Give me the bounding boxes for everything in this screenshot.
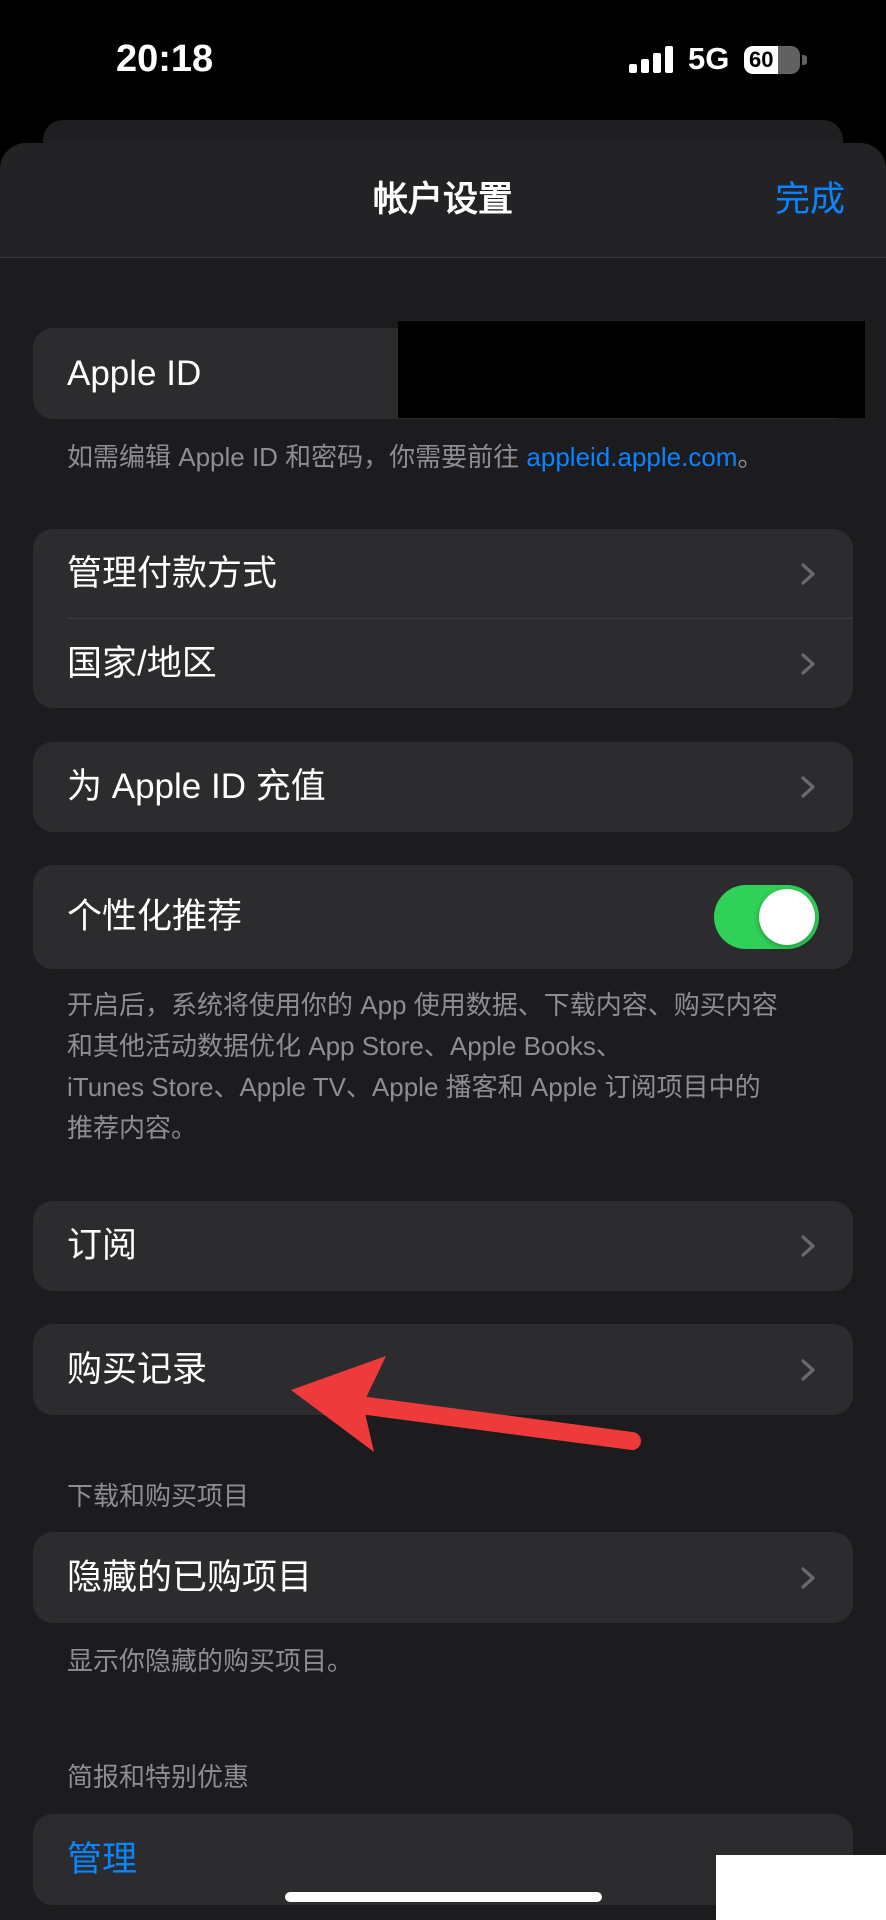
apple-id-footer: 如需编辑 Apple ID 和密码，你需要前往 appleid.apple.co… [67, 437, 763, 477]
personalization-group: 个性化推荐 [33, 865, 853, 969]
downloads-section-header: 下载和购买项目 [67, 1481, 250, 1511]
personalization-toggle[interactable] [714, 885, 819, 949]
row-label: 个性化推荐 [67, 897, 243, 936]
signal-bar [629, 64, 637, 73]
appleid-link[interactable]: appleid.apple.com [526, 442, 737, 472]
downloads-group: 隐藏的已购项目 [33, 1532, 853, 1623]
top-up-row[interactable]: 为 Apple ID 充值 [33, 742, 853, 832]
battery-icon: 60 [744, 46, 808, 74]
page-title: 帐户设置 [372, 180, 513, 219]
home-indicator [285, 1892, 602, 1902]
top-up-group: 为 Apple ID 充值 [33, 742, 853, 832]
row-label: 为 Apple ID 充值 [67, 767, 326, 806]
row-label: 国家/地区 [67, 643, 217, 683]
manage-button[interactable]: 管理 [67, 1838, 137, 1882]
subscriptions-row[interactable]: 订阅 [33, 1201, 853, 1291]
status-bar: 20:18 5G 60 [0, 0, 886, 120]
apple-id-footer-suffix: 。 [737, 442, 764, 472]
payment-group: 管理付款方式 国家/地区 [33, 529, 853, 708]
row-label: 购买记录 [67, 1349, 208, 1389]
chevron-right-icon [801, 1566, 815, 1589]
status-time: 20:18 [116, 38, 214, 80]
apple-id-label: Apple ID [67, 353, 202, 393]
done-button[interactable]: 完成 [775, 178, 845, 222]
chevron-right-icon [801, 563, 815, 585]
purchase-history-row[interactable]: 购买记录 [33, 1324, 853, 1415]
signal-bar [641, 59, 649, 73]
signal-bar [665, 46, 673, 73]
newsletters-section-header: 简报和特别优惠 [67, 1762, 250, 1792]
description-line: 开启后，系统将使用你的 App 使用数据、下载内容、购买内容 [67, 990, 778, 1020]
white-overlay-patch [716, 1855, 886, 1920]
signal-bar [653, 53, 661, 73]
chevron-right-icon [801, 776, 815, 798]
redaction-box [398, 321, 865, 418]
chevron-right-icon [801, 1358, 815, 1381]
toggle-knob [759, 889, 815, 945]
personalization-description: 开启后，系统将使用你的 App 使用数据、下载内容、购买内容 和其他活动数据优化… [67, 985, 778, 1149]
downloads-footer: 显示你隐藏的购买项目。 [67, 1646, 354, 1676]
battery-percentage: 60 [749, 47, 774, 72]
battery-body: 60 [744, 46, 800, 74]
row-label: 管理付款方式 [67, 554, 278, 593]
country-region-row[interactable]: 国家/地区 [33, 619, 853, 708]
manage-payment-row[interactable]: 管理付款方式 [33, 529, 853, 619]
purchase-history-group: 购买记录 [33, 1324, 853, 1415]
description-line: iTunes Store、Apple TV、Apple 播客和 Apple 订阅… [67, 1072, 761, 1102]
row-label: 订阅 [67, 1226, 138, 1265]
personalization-row: 个性化推荐 [33, 865, 853, 969]
chevron-right-icon [801, 652, 815, 675]
description-line: 推荐内容。 [67, 1113, 198, 1143]
hidden-purchases-row[interactable]: 隐藏的已购项目 [33, 1532, 853, 1623]
apple-id-footer-text: 如需编辑 Apple ID 和密码，你需要前往 [67, 442, 527, 472]
cellular-signal-icon [629, 46, 673, 73]
chevron-right-icon [801, 1235, 815, 1257]
description-line: 和其他活动数据优化 App Store、Apple Books、 [67, 1031, 622, 1061]
battery-cap [802, 55, 807, 65]
row-label: 隐藏的已购项目 [67, 1557, 313, 1597]
network-type: 5G [688, 41, 730, 76]
subscriptions-group: 订阅 [33, 1201, 853, 1291]
